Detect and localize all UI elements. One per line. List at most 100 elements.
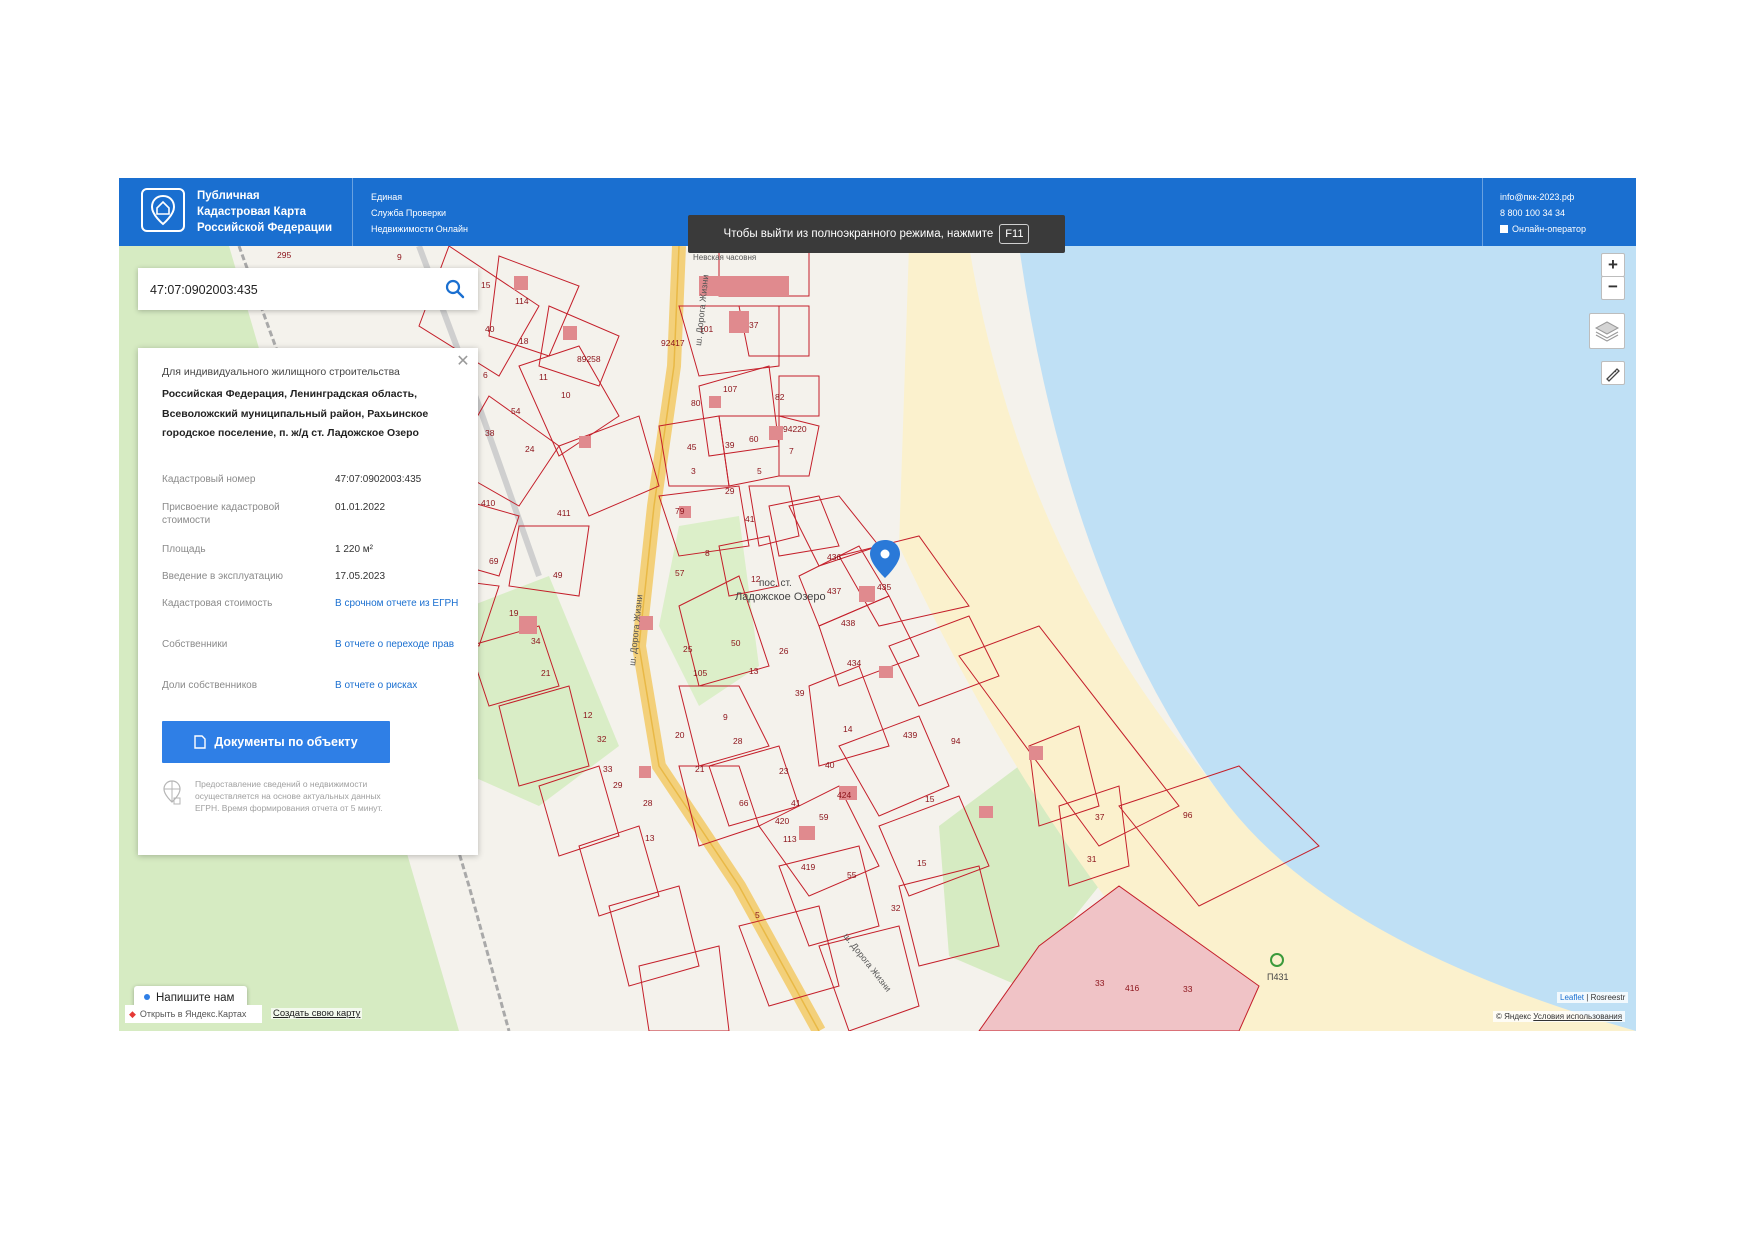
parcel-label: 13 [749,666,759,676]
info-label: Площадь [162,544,206,555]
parcel-label: 14 [843,724,853,734]
info-value: 47:07:0902003:435 [335,474,422,485]
place-name-label: Ладожское Озеро [735,591,826,603]
parcel-label: 6 [483,370,488,380]
brand-line: Публичная [197,190,260,202]
parcel-label: 9 [723,712,728,722]
app-frame: 295 42 9 15 114 40 18 89258 6 11 10 54 3… [119,178,1636,1031]
logo-icon[interactable] [141,188,185,232]
parcel-label: 5 [757,466,762,476]
parcel-label: 45 [687,442,697,452]
parcel-label: 21 [541,668,551,678]
parcel-label: 92417 [661,338,685,348]
parcel-label: 411 [557,508,571,518]
chapel-label: Невская часовня [693,253,756,262]
ruler-icon [1606,368,1620,382]
parcel-label: 39 [795,688,805,698]
brand-line: Кадастровая Карта [197,206,307,218]
info-label: Кадастровый номер [162,474,256,485]
parcel-label: 24 [525,444,535,454]
parcel-label: 20 [675,730,685,740]
contact-email[interactable]: info@пкк-2023.рф [1500,189,1586,205]
parcel-label: 69 [489,556,499,566]
online-operator-link[interactable]: Онлайн-оператор [1500,221,1586,237]
parcel-label: 32 [597,734,607,744]
shares-link[interactable]: В отчете о рисках [335,679,465,692]
parcel-label: 79 [675,506,685,516]
parcel-label: 94220 [783,424,807,434]
registry-icon [163,780,181,805]
brand-line: Российской Федерации [197,222,333,234]
parcel-info-card: ✕ Для индивидуального жилищного строител… [138,348,478,855]
close-icon[interactable]: ✕ [456,354,470,370]
parcel-label: 434 [847,658,861,668]
parcel-label: 13 [645,833,655,843]
parcel-label: 8 [705,548,710,558]
zoom-in-button[interactable]: + [1601,253,1625,277]
parcel-label: 12 [583,710,593,720]
parcel-label: 29 [725,486,735,496]
info-value: 1 220 м² [335,544,374,555]
cadastral-search-input[interactable] [148,277,432,303]
parcel-label: 59 [819,812,829,822]
brand-title[interactable]: Публичная Кадастровая Карта Российской Ф… [197,188,332,236]
info-label: Доли собственников [162,680,258,691]
parcel-label: 28 [733,736,743,746]
measure-button[interactable] [1601,361,1625,385]
parcel-label: 21 [695,764,705,774]
create-map-link[interactable]: Создать свою карту [271,1008,363,1019]
service-line: Недвижимости Онлайн [371,224,468,234]
parcel-label: 28 [643,798,653,808]
parcel-label: 40 [485,324,495,334]
parcel-label: 439 [903,730,917,740]
search-box [138,268,478,310]
parcel-label: 60 [749,434,759,444]
contact-phone[interactable]: 8 800 100 34 34 [1500,205,1586,221]
contact-block: info@пкк-2023.рф 8 800 100 34 34 Онлайн-… [1500,189,1586,237]
parcel-label: 11 [539,372,548,382]
layers-icon [1594,321,1620,342]
owners-link[interactable]: В отчете о переходе прав [335,638,465,651]
parcel-label: 96 [1183,810,1193,820]
parcel-label: 10 [561,390,571,400]
search-icon[interactable] [444,278,466,300]
land-category: Для индивидуального жилищного строительс… [162,366,400,378]
open-yandex-label: Открыть в Яндекс.Картах [139,1009,247,1019]
open-yandex-maps-link[interactable]: ◆ Открыть в Яндекс.Картах [125,1005,262,1023]
parcel-label: 105 [693,668,707,678]
parcel-label: 54 [511,406,521,416]
info-label: Собственники [162,639,228,650]
chat-dot-icon [144,994,150,1000]
zoom-out-button[interactable]: − [1601,276,1625,300]
parcel-label: 33 [1183,984,1193,994]
header-divider [1482,178,1483,246]
parcel-label: 15 [917,858,927,868]
parcel-label: 41 [745,514,755,524]
parcel-label: 437 [827,586,841,596]
parcel-label: 26 [779,646,789,656]
parcel-label: 23 [779,766,789,776]
parcel-label: 94 [951,736,961,746]
poi-label: П431 [1267,972,1289,982]
parcel-label: 107 [723,384,737,394]
leaflet-link[interactable]: Leaflet [1560,993,1584,1002]
header-divider [352,178,353,246]
parcel-label: 66 [739,798,749,808]
object-documents-button[interactable]: Документы по объекту [162,721,390,763]
leaflet-attribution: Leaflet | Rosreestr [1557,992,1629,1003]
parcel-label: 114 [515,296,529,306]
parcel-label: 29 [613,780,623,790]
parcel-label: 40 [825,760,835,770]
cadastral-value-link[interactable]: В срочном отчете из ЕГРН [335,597,465,610]
document-icon [194,735,207,749]
layers-button[interactable] [1589,313,1625,349]
rosreestr-label: Rosreestr [1590,993,1626,1002]
terms-link[interactable]: Условия использования [1533,1012,1622,1021]
info-label: Присвоение кадастровой стоимости [162,502,280,526]
parcel-label: 420 [775,816,789,826]
parcel-label: 33 [1095,978,1105,988]
fullscreen-key-badge: F11 [999,224,1030,244]
parcel-label: 32 [891,903,901,913]
fullscreen-tip-text: Чтобы выйти из полноэкранного режима, на… [723,228,994,240]
parcel-label: 25 [683,644,693,654]
